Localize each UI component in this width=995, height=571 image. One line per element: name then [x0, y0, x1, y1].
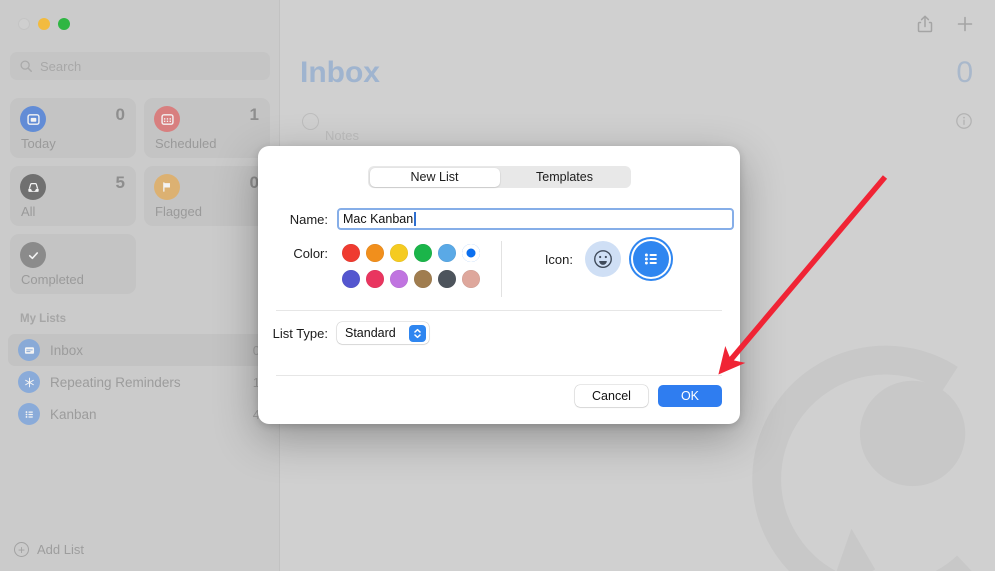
page-title: Inbox [300, 56, 380, 89]
smart-card-label: All [21, 204, 36, 219]
color-swatch-orange[interactable] [363, 241, 387, 265]
smart-card-count: 5 [115, 173, 125, 192]
icon-row: Icon: [533, 241, 669, 277]
smart-card-count: 1 [249, 105, 259, 124]
list-type-row: List Type: Standard [258, 322, 740, 344]
list-label: Repeating Reminders [50, 374, 181, 390]
color-swatch-yellow[interactable] [387, 241, 411, 265]
main-toolbar [915, 14, 975, 34]
list-name-input[interactable]: Mac Kanban [337, 208, 734, 230]
text-caret [414, 212, 416, 226]
minimize-button[interactable] [38, 18, 50, 30]
chevron-updown-icon [409, 324, 426, 342]
list-bullet-icon[interactable] [633, 241, 669, 277]
color-swatch-indigo[interactable] [339, 267, 363, 291]
color-swatch-lightblue[interactable] [435, 241, 459, 265]
share-icon[interactable] [915, 14, 935, 34]
smart-card-label: Scheduled [155, 136, 217, 151]
new-list-dialog: New List Templates Name: Mac Kanban Colo… [258, 146, 740, 424]
icon-label: Icon: [544, 251, 573, 267]
list-label: Kanban [50, 406, 97, 422]
close-button[interactable] [18, 18, 30, 30]
app-window: Search 0 Today 1 Scheduled 5 All 0 Flagg… [0, 0, 995, 571]
search-icon [20, 60, 32, 72]
color-swatch-red[interactable] [339, 241, 363, 265]
smart-card-count: 0 [115, 105, 125, 124]
flag-icon [154, 174, 180, 200]
color-swatch-gray[interactable] [435, 267, 459, 291]
my-lists-header: My Lists [20, 313, 67, 325]
smart-card-label: Today [21, 136, 56, 151]
dialog-tabs: New List Templates [368, 166, 631, 188]
list-name-value: Mac Kanban [343, 212, 414, 226]
color-swatch-green[interactable] [411, 241, 435, 265]
emoji-smiley-icon[interactable] [585, 241, 621, 277]
smart-card-completed[interactable]: Completed [10, 234, 136, 294]
inbox-icon [18, 339, 40, 361]
sidebar: Search 0 Today 1 Scheduled 5 All 0 Flagg… [0, 0, 280, 571]
reminder-note-text: Notes [325, 128, 359, 143]
sidebar-item-repeating-reminders[interactable]: Repeating Reminders 1 [8, 366, 272, 398]
cancel-button[interactable]: Cancel [575, 385, 648, 407]
tab-templates[interactable]: Templates [500, 168, 630, 187]
snowflake-icon [18, 371, 40, 393]
maximize-button[interactable] [58, 18, 70, 30]
background-watermark [752, 345, 972, 571]
calendar-today-icon [20, 106, 46, 132]
calendar-icon [154, 106, 180, 132]
info-circle-icon[interactable] [955, 112, 973, 130]
reminder-row[interactable]: Notes [302, 112, 359, 143]
smart-card-all[interactable]: 5 All [10, 166, 136, 226]
smart-card-label: Flagged [155, 204, 202, 219]
sidebar-item-inbox[interactable]: Inbox 0 [8, 334, 272, 366]
smart-card-scheduled[interactable]: 1 Scheduled [144, 98, 270, 158]
dialog-buttons: Cancel OK [575, 385, 722, 407]
smart-lists-grid: 0 Today 1 Scheduled 5 All 0 Flagged Comp… [10, 98, 270, 294]
color-swatch-grid [339, 241, 483, 291]
color-swatch-peach[interactable] [459, 267, 483, 291]
color-swatch-purple[interactable] [387, 267, 411, 291]
reminder-checkbox[interactable] [302, 113, 319, 130]
color-swatch-blue-selected[interactable] [459, 241, 483, 265]
list-label: Inbox [50, 342, 84, 358]
search-placeholder: Search [40, 58, 82, 74]
color-swatch-brown[interactable] [411, 267, 435, 291]
list-icon [18, 403, 40, 425]
ok-button[interactable]: OK [657, 385, 722, 407]
smart-card-today[interactable]: 0 Today [10, 98, 136, 158]
name-label: Name: [289, 211, 328, 227]
sidebar-item-kanban[interactable]: Kanban 4 [8, 398, 272, 430]
add-list-button[interactable]: + Add List [14, 542, 84, 557]
checkmark-icon [20, 242, 46, 268]
add-reminder-icon[interactable] [955, 14, 975, 34]
plus-circle-icon: + [14, 542, 29, 557]
my-lists: Inbox 0 Repeating Reminders 1 Kanban 4 [8, 334, 272, 430]
add-list-label: Add List [37, 542, 84, 557]
name-row: Name: Mac Kanban [258, 208, 740, 230]
color-swatch-pink[interactable] [363, 267, 387, 291]
window-controls [18, 18, 70, 30]
dialog-divider-top [276, 310, 722, 311]
search-input[interactable]: Search [10, 52, 270, 80]
list-type-value: Standard [345, 326, 396, 340]
color-label: Color: [293, 246, 328, 261]
smart-card-label: Completed [21, 272, 84, 287]
smart-card-flagged[interactable]: 0 Flagged [144, 166, 270, 226]
list-type-label: List Type: [272, 325, 328, 341]
tab-new-list[interactable]: New List [369, 167, 500, 187]
page-count: 0 [956, 56, 973, 89]
dialog-divider-bottom [276, 375, 722, 376]
dialog-vertical-divider [501, 241, 502, 297]
list-type-select[interactable]: Standard [337, 322, 429, 344]
tray-icon [20, 174, 46, 200]
